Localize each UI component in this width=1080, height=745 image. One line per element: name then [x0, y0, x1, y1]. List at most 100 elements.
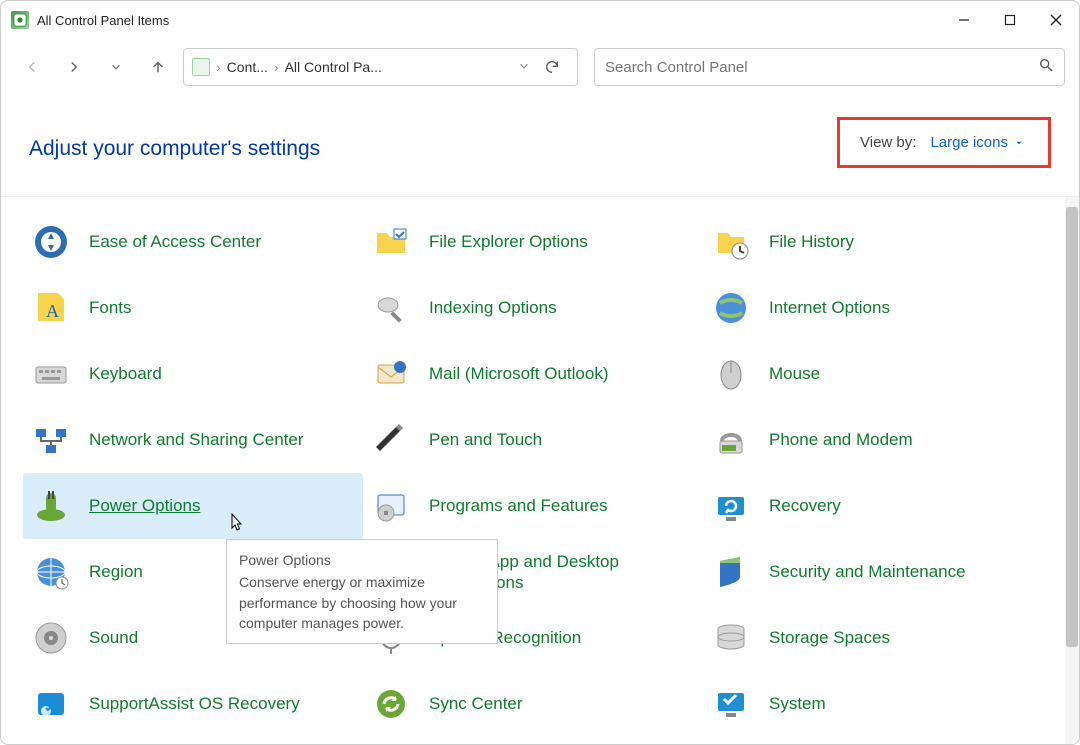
system-icon — [711, 684, 751, 724]
address-bar[interactable]: › Cont... › All Control Pa... — [183, 48, 578, 86]
cp-item-label: Programs and Features — [429, 495, 608, 516]
cp-item-storage-spaces[interactable]: Storage Spaces — [703, 605, 1043, 671]
view-by-dropdown[interactable]: Large icons — [930, 134, 1024, 151]
tooltip-body: Conserve energy or maximize performance … — [239, 572, 485, 633]
cp-item-indexing-options[interactable]: Indexing Options — [363, 275, 703, 341]
support-icon — [31, 684, 71, 724]
back-button[interactable] — [15, 50, 49, 84]
cp-item-label: Storage Spaces — [769, 627, 890, 648]
keyboard-icon — [31, 354, 71, 394]
chevron-right-icon: › — [272, 59, 281, 75]
recovery-icon — [711, 486, 751, 526]
cp-item-system[interactable]: System — [703, 671, 1043, 737]
window-title: All Control Panel Items — [37, 13, 169, 28]
cp-item-file-explorer-options[interactable]: File Explorer Options — [363, 209, 703, 275]
view-by-highlight: View by: Large icons — [837, 117, 1051, 168]
cp-item-label: Phone and Modem — [769, 429, 913, 450]
recent-dropdown-button[interactable] — [99, 50, 133, 84]
view-by-label: View by: — [860, 134, 916, 151]
cp-item-network-and-sharing-center[interactable]: Network and Sharing Center — [23, 407, 363, 473]
cp-item-label: Ease of Access Center — [89, 231, 261, 252]
control-panel-window: All Control Panel Items › Cont... › All … — [0, 0, 1080, 745]
mouse-icon — [711, 354, 751, 394]
scrollbar-track[interactable] — [1065, 197, 1079, 744]
cp-item-label: Power Options — [89, 495, 201, 516]
cp-item-label: SupportAssist OS Recovery — [89, 693, 300, 714]
titlebar: All Control Panel Items — [1, 1, 1079, 39]
maximize-button[interactable] — [987, 1, 1033, 39]
file-history-icon — [711, 222, 751, 262]
tooltip-title: Power Options — [239, 550, 485, 570]
pen-icon — [371, 420, 411, 460]
ease-of-access-icon — [31, 222, 71, 262]
breadcrumb-one[interactable]: Cont... — [227, 59, 268, 75]
cp-item-fonts[interactable]: A Fonts — [23, 275, 363, 341]
minimize-button[interactable] — [941, 1, 987, 39]
control-panel-appicon — [11, 11, 29, 29]
fonts-icon: A — [31, 288, 71, 328]
search-box[interactable] — [594, 48, 1065, 86]
cp-item-label: System — [769, 693, 826, 714]
refresh-button[interactable] — [535, 50, 569, 84]
search-input[interactable] — [605, 59, 1038, 76]
address-dropdown-icon[interactable] — [517, 59, 531, 76]
cp-item-mail-microsoft-outlook[interactable]: Mail (Microsoft Outlook) — [363, 341, 703, 407]
chevron-right-icon: › — [214, 59, 223, 75]
cp-item-label: Sound — [89, 627, 138, 648]
cp-item-label: Mouse — [769, 363, 820, 384]
programs-icon — [371, 486, 411, 526]
cp-item-label: Internet Options — [769, 297, 890, 318]
cp-item-security-and-maintenance[interactable]: Security and Maintenance — [703, 539, 1043, 605]
cp-item-label: Fonts — [89, 297, 132, 318]
scrollbar-thumb[interactable] — [1066, 207, 1078, 647]
sync-icon — [371, 684, 411, 724]
cp-item-sync-center[interactable]: Sync Center — [363, 671, 703, 737]
window-buttons — [941, 1, 1079, 39]
breadcrumb-two[interactable]: All Control Pa... — [285, 59, 382, 75]
cp-item-recovery[interactable]: Recovery — [703, 473, 1043, 539]
items-grid: Ease of Access Center File Explorer Optio… — [1, 197, 1065, 744]
forward-button[interactable] — [57, 50, 91, 84]
cp-item-label: File Explorer Options — [429, 231, 588, 252]
svg-text:A: A — [46, 301, 59, 321]
cp-item-label: Network and Sharing Center — [89, 429, 304, 450]
internet-icon — [711, 288, 751, 328]
cp-item-phone-and-modem[interactable]: Phone and Modem — [703, 407, 1043, 473]
network-icon — [31, 420, 71, 460]
cp-item-ease-of-access-center[interactable]: Ease of Access Center — [23, 209, 363, 275]
storage-icon — [711, 618, 751, 658]
nav-toolbar: › Cont... › All Control Pa... — [1, 39, 1079, 95]
cp-item-label: Sync Center — [429, 693, 523, 714]
cp-item-file-history[interactable]: File History — [703, 209, 1043, 275]
cp-item-label: Mail (Microsoft Outlook) — [429, 363, 608, 384]
items-scroll: Ease of Access Center File Explorer Optio… — [1, 197, 1065, 744]
mail-icon — [371, 354, 411, 394]
chevron-down-icon — [1014, 138, 1024, 148]
indexing-icon — [371, 288, 411, 328]
phone-icon — [711, 420, 751, 460]
cp-item-label: Region — [89, 561, 143, 582]
cp-item-label: Security and Maintenance — [769, 561, 966, 582]
cp-item-pen-and-touch[interactable]: Pen and Touch — [363, 407, 703, 473]
cp-item-keyboard[interactable]: Keyboard — [23, 341, 363, 407]
cp-item-power-options[interactable]: Power Options — [23, 473, 363, 539]
control-panel-breadcrumb-icon — [192, 58, 210, 76]
cp-item-supportassist-os-recovery[interactable]: SupportAssist OS Recovery — [23, 671, 363, 737]
header-row: Adjust your computer's settings View by:… — [1, 95, 1079, 196]
power-options-tooltip: Power Options Conserve energy or maximiz… — [226, 539, 498, 644]
cp-item-label: Keyboard — [89, 363, 162, 384]
cp-item-internet-options[interactable]: Internet Options — [703, 275, 1043, 341]
cp-item-mouse[interactable]: Mouse — [703, 341, 1043, 407]
up-button[interactable] — [141, 50, 175, 84]
sound-icon — [31, 618, 71, 658]
power-icon — [31, 486, 71, 526]
security-icon — [711, 552, 751, 592]
page-heading: Adjust your computer's settings — [29, 137, 320, 161]
content-area: Ease of Access Center File Explorer Optio… — [1, 196, 1079, 744]
cp-item-programs-and-features[interactable]: Programs and Features — [363, 473, 703, 539]
cp-item-label: Indexing Options — [429, 297, 557, 318]
search-icon[interactable] — [1038, 57, 1054, 78]
close-button[interactable] — [1033, 1, 1079, 39]
file-explorer-icon — [371, 222, 411, 262]
view-by-value: Large icons — [930, 134, 1008, 151]
